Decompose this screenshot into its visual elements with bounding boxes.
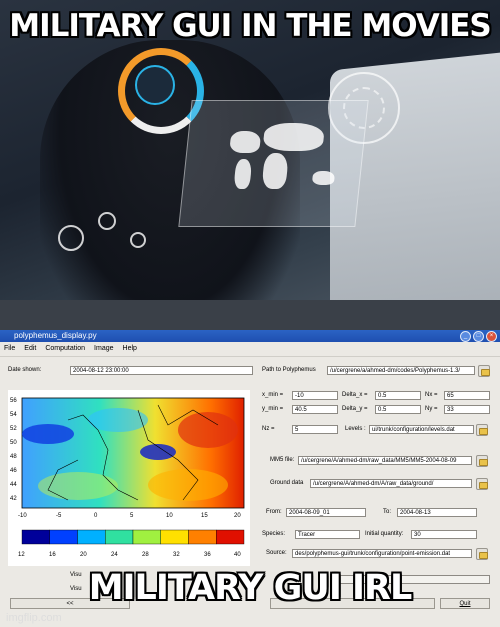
delta-x-label: Delta_x = [342, 392, 368, 398]
species-field[interactable]: Tracer [295, 530, 360, 539]
colorbar-segment [216, 529, 245, 545]
levels-folder-icon[interactable] [476, 424, 488, 436]
minimize-button[interactable]: _ [460, 331, 471, 342]
holo-world-map-panel [178, 100, 369, 227]
movie-gui-photo [0, 0, 500, 330]
x-tick-label: -5 [56, 513, 62, 519]
holo-ring-inner [135, 65, 175, 105]
path-folder-icon[interactable] [478, 365, 490, 377]
y-tick-label: 42 [10, 496, 17, 502]
nx-label: Nx = [425, 392, 438, 398]
delta-y-label: Delta_y = [342, 406, 368, 412]
colorbar-ticks: 12 16 20 24 28 32 36 40 [18, 552, 241, 558]
window-titlebar: polyphemus_display.py _ □ × [0, 330, 500, 342]
source-field[interactable]: des/polyphemus-gui/trunk/configuration/p… [292, 549, 472, 558]
y-axis-ticks: 56 54 52 50 48 46 44 42 [10, 398, 17, 502]
menu-edit[interactable]: Edit [24, 342, 36, 356]
holo-node-icon [58, 225, 84, 251]
top-caption: MILITARY GUI IN THE MOVIES [9, 8, 492, 44]
y-tick-label: 56 [10, 398, 17, 404]
plot-area: 56 54 52 50 48 46 44 42 -10 -5 0 5 10 15… [8, 390, 250, 566]
levels-label: Levels : [345, 426, 366, 432]
colorbar-segment [188, 529, 217, 545]
initial-quantity-label: Initial quantity: [365, 531, 404, 537]
holo-node-icon [130, 232, 146, 248]
y-tick-label: 46 [10, 468, 17, 474]
delta-y-field[interactable]: 0.5 [375, 405, 421, 414]
holo-node-icon [98, 212, 116, 230]
colorbar-segment [21, 529, 50, 545]
delta-x-field[interactable]: 0.5 [375, 391, 421, 400]
colorbar-tick-label: 24 [111, 552, 118, 558]
y-min-field[interactable]: 40.5 [292, 405, 338, 414]
y-tick-label: 54 [10, 412, 17, 418]
colorbar-tick-label: 32 [173, 552, 180, 558]
source-folder-icon[interactable] [476, 548, 488, 560]
ny-field[interactable]: 33 [444, 405, 490, 414]
from-label: From: [266, 509, 282, 515]
x-tick-label: 20 [234, 513, 241, 519]
nz-field[interactable]: 5 [292, 425, 338, 434]
colorbar-tick-label: 16 [49, 552, 56, 558]
to-label: To: [383, 509, 392, 515]
y-tick-label: 50 [10, 440, 17, 446]
initial-quantity-field[interactable]: 30 [411, 530, 477, 539]
nx-field[interactable]: 65 [444, 391, 490, 400]
menu-bar: File Edit Computation Image Help [0, 342, 500, 357]
menu-computation[interactable]: Computation [45, 342, 85, 356]
colorbar [21, 529, 245, 545]
close-button[interactable]: × [486, 331, 497, 342]
colorbar-segment [105, 529, 134, 545]
levels-field[interactable]: ui/trunk/configuration/levels.dat [369, 425, 474, 434]
y-tick-label: 52 [10, 426, 17, 432]
menu-image[interactable]: Image [94, 342, 113, 356]
source-label: Source: [266, 550, 287, 556]
y-tick-label: 48 [10, 454, 17, 460]
ground-folder-icon[interactable] [476, 478, 488, 490]
date-shown-field[interactable]: 2004-08-12 23:00:00 [70, 366, 253, 375]
colorbar-tick-label: 36 [204, 552, 211, 558]
to-field[interactable]: 2004-08-13 [397, 508, 477, 517]
x-min-field[interactable]: -10 [292, 391, 338, 400]
mm5-folder-icon[interactable] [476, 455, 488, 467]
ground-data-field[interactable]: /u/cergrene/A/ahmed-dm/A/raw_data/ground… [310, 479, 472, 488]
path-field[interactable]: /u/cergrene/a/ahmed-dm/codes/Polyphemus-… [327, 366, 475, 375]
x-tick-label: -10 [18, 513, 27, 519]
y-tick-label: 44 [10, 482, 17, 488]
x-min-label: x_min = [262, 392, 284, 398]
ny-label: Ny = [425, 406, 438, 412]
x-axis-ticks: -10 -5 0 5 10 15 20 [18, 513, 241, 519]
nz-label: Nz = [262, 426, 275, 432]
species-label: Species: [262, 531, 286, 537]
x-tick-label: 10 [166, 513, 173, 519]
colorbar-tick-label: 28 [142, 552, 149, 558]
desk [0, 300, 500, 330]
colorbar-tick-label: 12 [18, 552, 25, 558]
from-field[interactable]: 2004-08-09_01 [286, 508, 366, 517]
concentration-map: 56 54 52 50 48 46 44 42 -10 -5 0 5 10 15… [10, 397, 245, 558]
x-tick-label: 5 [130, 513, 134, 519]
path-label: Path to Polyphemus [262, 367, 316, 373]
watermark: imgflip.com [6, 612, 62, 624]
bottom-caption: MILITARY GUI IRL [88, 568, 413, 608]
menu-help[interactable]: Help [123, 342, 137, 356]
x-tick-label: 15 [201, 513, 208, 519]
colorbar-segment [77, 529, 106, 545]
window-title: polyphemus_display.py [14, 331, 97, 340]
colorbar-segment [132, 529, 161, 545]
colorbar-tick-label: 20 [80, 552, 87, 558]
colorbar-segment [49, 529, 78, 545]
menu-file[interactable]: File [4, 342, 15, 356]
mm5-file-field[interactable]: /u/cergrene/A/ahmed-dm/raw_data/MM5/MM5-… [298, 456, 472, 465]
colorbar-tick-label: 40 [234, 552, 241, 558]
colorbar-segment [160, 529, 189, 545]
ground-data-label: Ground data [270, 480, 304, 486]
y-min-label: y_min = [262, 406, 284, 412]
maximize-button[interactable]: □ [473, 331, 484, 342]
mm5-file-label: MM5 file: [270, 457, 295, 463]
x-tick-label: 0 [94, 513, 98, 519]
date-shown-label: Date shown: [8, 367, 42, 373]
